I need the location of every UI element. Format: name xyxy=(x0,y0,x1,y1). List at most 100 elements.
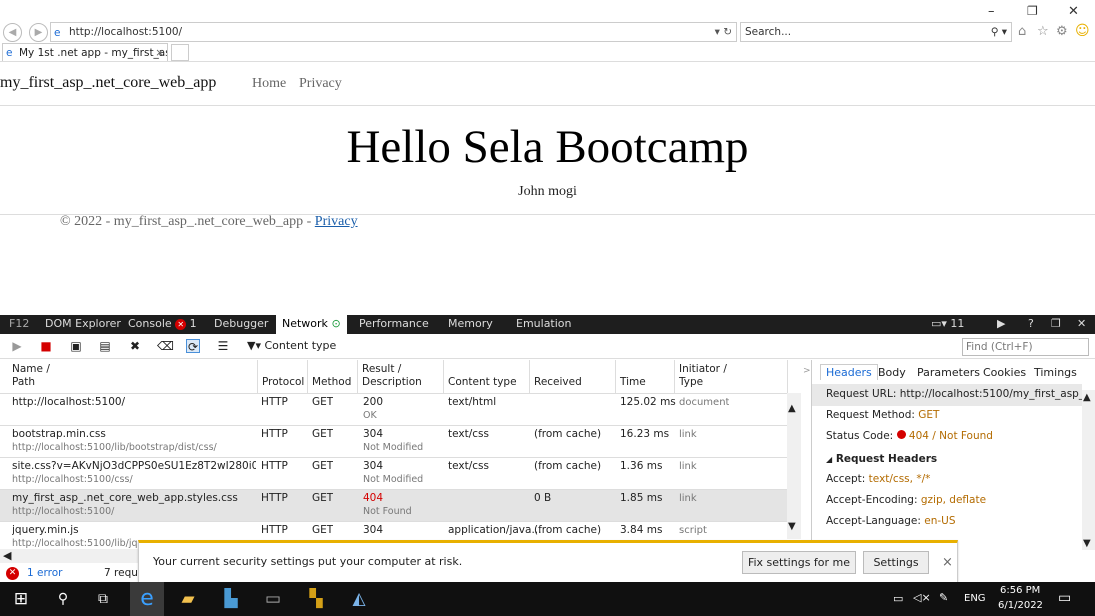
tab-timings[interactable]: Timings xyxy=(1034,366,1077,379)
col-result[interactable]: Result / Description xyxy=(358,360,444,393)
browser-tab[interactable]: e My 1st .net app - my_first_as... × xyxy=(2,43,168,62)
table-row[interactable]: site.css?v=AKvNjO3dCPPS0eSU1Ez8T2wI280i0… xyxy=(0,457,788,489)
grid-horizontal-scrollbar[interactable]: ◀ xyxy=(0,549,140,563)
tab-network[interactable]: Network ⊙ xyxy=(276,315,347,334)
table-row[interactable]: http://localhost:5100/ HTTP GET 200 OK te… xyxy=(0,393,788,425)
favorites-star-icon[interactable]: ☆ xyxy=(1037,24,1049,39)
fix-settings-button[interactable]: Fix settings for me xyxy=(742,551,856,574)
site-brand[interactable]: my_first_asp_.net_core_web_app xyxy=(0,74,216,92)
nav-privacy-link[interactable]: Privacy xyxy=(299,76,342,92)
address-bar[interactable]: e http://localhost:5100/ ▾ ↻ xyxy=(50,22,737,42)
header-row[interactable]: Accept-Encoding: gzip, deflate xyxy=(826,494,1088,506)
minimize-button[interactable]: – xyxy=(988,4,995,19)
col-time[interactable]: Time xyxy=(616,360,675,393)
col-initiator[interactable]: Initiator / Type xyxy=(675,360,788,393)
settings-button[interactable]: Settings xyxy=(863,551,929,574)
import-icon[interactable]: ▤ xyxy=(98,339,112,353)
stop-profiling-icon[interactable]: ■ xyxy=(39,339,53,353)
request-method-row[interactable]: Request Method: GET xyxy=(826,409,1088,421)
footer-privacy-link[interactable]: Privacy xyxy=(315,214,358,229)
refresh-icon[interactable]: ▾ ↻ xyxy=(715,23,732,41)
windows-start-icon[interactable]: ⊞ xyxy=(10,588,32,610)
save-icon[interactable]: ▣ xyxy=(69,339,83,353)
file-explorer-icon[interactable]: ▰ xyxy=(177,588,199,610)
details-scroll-up-icon[interactable]: ▲ xyxy=(1083,392,1091,403)
forward-button[interactable]: ▶ xyxy=(29,23,48,42)
details-scroll-down-icon[interactable]: ▼ xyxy=(1083,538,1091,549)
scroll-up-icon[interactable]: ▲ xyxy=(788,403,796,414)
tab-debugger[interactable]: Debugger xyxy=(214,317,268,330)
always-refresh-icon[interactable]: ⟳ xyxy=(186,339,200,354)
smiley-feedback-icon[interactable]: ☺ xyxy=(1075,23,1090,39)
close-window-button[interactable]: ✕ xyxy=(1068,4,1079,19)
console-toggle-icon[interactable]: ▶ xyxy=(997,317,1005,330)
search-icon[interactable]: ⚲ xyxy=(52,588,74,610)
request-url-value: http://localhost:5100/my_first_asp_.net_… xyxy=(899,388,1088,400)
clear-session-icon[interactable]: ✖ xyxy=(128,339,142,353)
undock-icon[interactable]: ❐ xyxy=(1051,317,1061,330)
find-input[interactable]: Find (Ctrl+F) xyxy=(962,338,1089,356)
gear-icon[interactable]: ⚙ xyxy=(1056,24,1068,39)
header-row[interactable]: Accept-Language: en-US xyxy=(826,515,1088,527)
tab-memory[interactable]: Memory xyxy=(448,317,493,330)
clear-cache-icon[interactable]: ⌫ xyxy=(157,339,174,353)
col-protocol[interactable]: Protocol xyxy=(258,360,308,393)
volume-tray-icon[interactable]: ◁× xyxy=(913,591,931,604)
status-code-row[interactable]: Status Code: 404 / Not Found xyxy=(826,430,1088,442)
app-icon[interactable]: ◭ xyxy=(348,588,370,610)
header-row[interactable]: Accept: text/css, */* xyxy=(826,473,1088,485)
language-indicator[interactable]: ENG xyxy=(964,593,986,604)
header-value: gzip, deflate xyxy=(920,494,987,506)
ie-taskbar-icon[interactable]: e xyxy=(130,582,164,616)
tab-close-icon[interactable]: × xyxy=(155,44,164,62)
search-input[interactable]: Search... ⚲ ▾ xyxy=(740,22,1012,42)
app-icon[interactable]: ▙ xyxy=(220,588,242,610)
tab-emulation[interactable]: Emulation xyxy=(516,317,572,330)
search-placeholder: Search... xyxy=(745,26,792,38)
content-type-filter[interactable]: ▼▾ Content type xyxy=(247,339,336,352)
pen-tray-icon[interactable]: ✎ xyxy=(939,591,948,604)
scroll-down-icon[interactable]: ▼ xyxy=(788,521,796,532)
close-devtools-icon[interactable]: ✕ xyxy=(1077,317,1086,330)
status-dot-icon xyxy=(896,430,906,439)
new-tab-button[interactable] xyxy=(171,44,189,61)
tab-parameters[interactable]: Parameters xyxy=(917,366,980,379)
clock-date[interactable]: 6/1/2022 xyxy=(998,600,1043,611)
row-received: (from cache) xyxy=(534,524,602,536)
back-button[interactable]: ◀ xyxy=(3,23,22,42)
col-content-type[interactable]: Content type xyxy=(444,360,530,393)
tab-performance[interactable]: Performance xyxy=(359,317,429,330)
table-row[interactable]: bootstrap.min.css http://localhost:5100/l… xyxy=(0,425,788,457)
grid-vertical-scrollbar[interactable]: ▲ ▼ xyxy=(787,393,801,539)
restore-button[interactable]: ❐ xyxy=(1027,4,1038,18)
notification-close-icon[interactable]: × xyxy=(942,555,953,570)
task-view-icon[interactable]: ⧉ xyxy=(92,588,114,610)
col-name[interactable]: Name / Path xyxy=(8,360,258,393)
home-icon[interactable]: ⌂ xyxy=(1018,24,1026,39)
app-icon[interactable]: ▚ xyxy=(305,588,327,610)
tab-console[interactable]: Console ✕ 1 xyxy=(128,317,197,330)
details-scrollbar[interactable]: ▲ ▼ xyxy=(1082,390,1095,550)
start-profiling-icon[interactable]: ▶ xyxy=(10,339,24,353)
request-headers-section[interactable]: ◢ Request Headers xyxy=(826,453,1088,465)
search-icon[interactable]: ⚲ ▾ xyxy=(991,23,1007,41)
table-row-selected[interactable]: my_first_asp_.net_core_web_app.styles.cs… xyxy=(0,489,788,521)
col-method[interactable]: Method xyxy=(308,360,358,393)
tab-body[interactable]: Body xyxy=(878,366,906,379)
target-selector[interactable]: ▭▾ 11 xyxy=(931,317,964,330)
tab-cookies[interactable]: Cookies xyxy=(983,366,1026,379)
tab-headers[interactable]: Headers xyxy=(820,364,878,380)
error-count-link[interactable]: 1 error xyxy=(27,565,62,582)
col-received[interactable]: Received xyxy=(530,360,616,393)
terminal-icon[interactable]: ▭ xyxy=(262,588,284,610)
request-url-row[interactable]: Request URL: http://localhost:5100/my_fi… xyxy=(826,388,1088,400)
notifications-icon[interactable]: ▭ xyxy=(1058,590,1071,606)
help-icon[interactable]: ? xyxy=(1028,317,1034,330)
tab-dom-explorer[interactable]: DOM Explorer xyxy=(45,317,121,330)
nav-home-link[interactable]: Home xyxy=(252,76,286,92)
clock-time[interactable]: 6:56 PM xyxy=(1000,585,1040,596)
scroll-left-icon[interactable]: ◀ xyxy=(3,549,11,562)
network-tray-icon[interactable]: ▭ xyxy=(893,592,903,605)
list-icon[interactable]: ☰ xyxy=(216,339,230,353)
collapse-pane-icon[interactable]: > xyxy=(803,366,811,376)
